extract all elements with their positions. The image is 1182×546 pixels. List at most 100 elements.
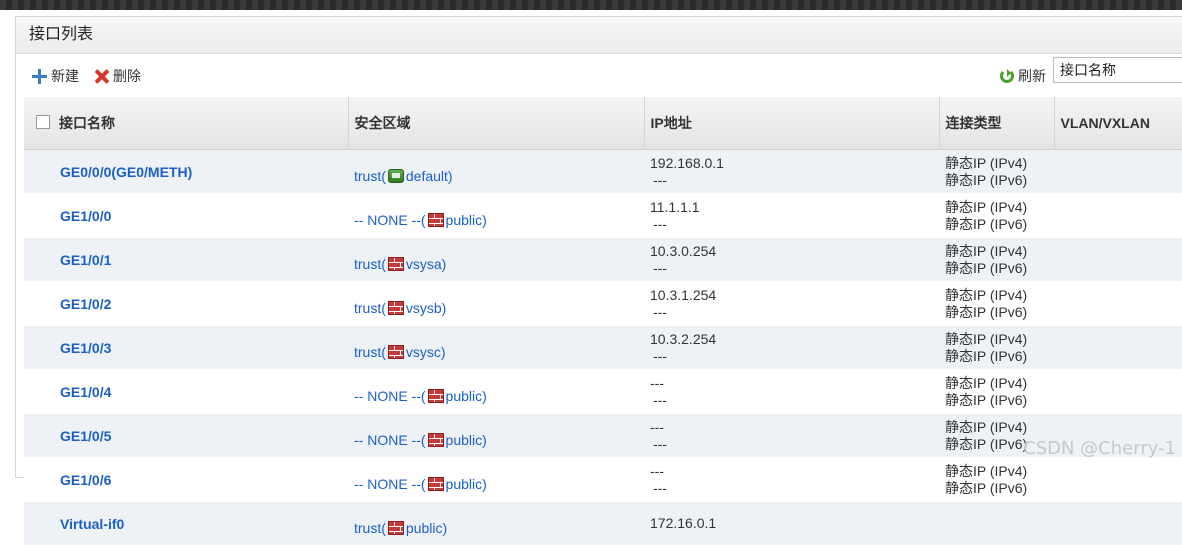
- connection-type-ipv6: 静态IP (IPv6): [945, 259, 1028, 276]
- cell-ip-address: --- ---: [644, 457, 939, 502]
- ipv6-address: ---: [653, 259, 667, 276]
- refresh-button[interactable]: 刷新: [1000, 66, 1046, 86]
- header-connection-type[interactable]: 连接类型: [939, 97, 1055, 150]
- connection-type-ipv6: 静态IP (IPv6): [945, 347, 1028, 364]
- ipv6-address: ---: [653, 479, 667, 496]
- cell-vlan-vxlan: [1054, 281, 1182, 326]
- zone-name[interactable]: public): [446, 476, 487, 492]
- cell-interface-name: GE0/0/0(GE0/METH): [24, 149, 348, 194]
- zone-prefix[interactable]: -- NONE --(: [354, 476, 426, 492]
- connection-type-ipv6: 静态IP (IPv6): [945, 479, 1028, 496]
- ipv6-address: ---: [653, 215, 667, 232]
- zone-prefix[interactable]: -- NONE --(: [354, 388, 426, 404]
- cell-security-zone: -- NONE --( public): [348, 413, 644, 458]
- cell-interface-name: GE1/0/1: [24, 237, 348, 282]
- interface-name-link[interactable]: Virtual-if0: [30, 516, 124, 532]
- interface-table: 接口名称 安全区域 IP地址 连接类型 VLAN/VXLAN GE0/0/0(G…: [24, 97, 1182, 546]
- cell-ip-address: 10.3.1.254 ---: [644, 281, 939, 326]
- delete-icon: [93, 68, 109, 84]
- zone-name[interactable]: default): [406, 168, 453, 184]
- header-security-zone[interactable]: 安全区域: [348, 97, 645, 150]
- header-interface-name[interactable]: 接口名称: [24, 97, 349, 150]
- ipv6-address: ---: [653, 347, 667, 364]
- header-ip-address[interactable]: IP地址: [644, 97, 940, 150]
- table-row[interactable]: GE1/0/5 -- NONE --( public) --- --- 静态IP (IPv…: [24, 413, 1182, 458]
- interface-name-link[interactable]: GE1/0/1: [30, 252, 111, 268]
- cell-connection-type: 静态IP (IPv4) 静态IP (IPv6): [939, 369, 1054, 414]
- zone-prefix[interactable]: -- NONE --(: [354, 432, 426, 448]
- zone-prefix[interactable]: trust(: [354, 256, 386, 272]
- connection-type-ipv4: 静态IP (IPv4): [945, 286, 1028, 303]
- toolbar: 新建 删除 刷新: [16, 54, 1182, 96]
- zone-name[interactable]: vsysb): [406, 300, 446, 316]
- cell-ip-address: --- ---: [644, 413, 939, 458]
- cell-vlan-vxlan: [1054, 325, 1182, 370]
- zone-name[interactable]: public): [446, 388, 487, 404]
- new-button[interactable]: 新建: [31, 66, 79, 86]
- interface-name-link[interactable]: GE1/0/3: [30, 340, 111, 356]
- ipv4-address: ---: [650, 462, 664, 479]
- cell-ip-address: 192.168.0.1 ---: [644, 149, 939, 194]
- zone-prefix[interactable]: trust(: [354, 168, 386, 184]
- interface-name-link[interactable]: GE1/0/2: [30, 296, 111, 312]
- cell-interface-name: GE1/0/6: [24, 457, 348, 502]
- table-row[interactable]: GE0/0/0(GE0/METH) trust( default) 192.168.0…: [24, 149, 1182, 194]
- header-label: 接口名称: [59, 115, 115, 131]
- interface-name-link[interactable]: GE1/0/4: [30, 384, 111, 400]
- zone-prefix[interactable]: -- NONE --(: [354, 212, 426, 228]
- table-header-row: 接口名称 安全区域 IP地址 连接类型 VLAN/VXLAN: [24, 97, 1182, 150]
- header-vlan-vxlan[interactable]: VLAN/VXLAN: [1054, 97, 1182, 150]
- table-row[interactable]: GE1/0/4 -- NONE --(public) --- --- 静态IP (IPv…: [24, 369, 1182, 414]
- connection-type-ipv6: 静态IP (IPv6): [945, 215, 1028, 232]
- ipv4-address: ---: [650, 374, 664, 391]
- ipv4-address: 10.3.2.254: [650, 330, 717, 347]
- interface-name-link[interactable]: GE0/0/0(GE0/METH): [30, 164, 192, 180]
- cell-security-zone: trust( vsysc): [348, 325, 644, 370]
- cell-security-zone: -- NONE --( public): [348, 369, 644, 414]
- zone-name[interactable]: public): [446, 212, 487, 228]
- table-row[interactable]: GE1/0/3 trust( vsysc) 10.3.2.254 --- 静态IP (IP…: [24, 325, 1182, 370]
- watermark: CSDN @Cherry-1: [1023, 438, 1176, 459]
- cell-ip-address: 11.1.1.1 ---: [644, 193, 939, 238]
- cell-vlan-vxlan: [1054, 501, 1182, 546]
- firewall-icon: [427, 388, 444, 403]
- table-row[interactable]: GE1/0/1 trust( vsysa) 10.3.0.254 --- 静态IP (IP…: [24, 237, 1182, 282]
- cell-connection-type: 静态IP (IPv4) 静态IP (IPv6): [939, 237, 1054, 282]
- table-row[interactable]: Virtual-if0 trust(public) 172.16.0.1: [24, 501, 1182, 546]
- cell-connection-type: 静态IP (IPv4) 静态IP (IPv6): [939, 193, 1054, 238]
- select-all-checkbox[interactable]: [36, 115, 50, 129]
- ipv4-address: 10.3.1.254: [650, 286, 717, 303]
- table-row[interactable]: GE1/0/2 trust(vsysb) 10.3.1.254 --- 静态IP (IP…: [24, 281, 1182, 326]
- new-button-label: 新建: [51, 68, 79, 84]
- cell-interface-name: GE1/0/3: [24, 325, 348, 370]
- zone-name[interactable]: vsysa): [406, 256, 446, 272]
- zone-name[interactable]: public): [446, 432, 487, 448]
- interface-name-link[interactable]: GE1/0/0: [30, 208, 111, 224]
- cell-security-zone: trust( vsysa): [348, 237, 644, 282]
- interface-name-link[interactable]: GE1/0/6: [30, 472, 111, 488]
- ipv6-address: ---: [653, 303, 667, 320]
- cell-vlan-vxlan: [1054, 193, 1182, 238]
- search-field[interactable]: [1053, 57, 1182, 83]
- table-row[interactable]: GE1/0/0 -- NONE --(public) 11.1.1.1 --- 静态IP…: [24, 193, 1182, 238]
- zone-prefix[interactable]: trust(: [354, 300, 386, 316]
- connection-type-ipv4: 静态IP (IPv4): [945, 330, 1028, 347]
- cell-interface-name: GE1/0/0: [24, 193, 348, 238]
- cell-security-zone: trust( vsysb): [348, 281, 644, 326]
- zone-prefix[interactable]: trust(: [354, 520, 386, 536]
- firewall-icon: [427, 432, 444, 447]
- connection-type-ipv4: 静态IP (IPv4): [945, 154, 1028, 171]
- cell-connection-type: 静态IP (IPv4) 静态IP (IPv6): [939, 281, 1054, 326]
- table-row[interactable]: GE1/0/6 -- NONE --( public) --- --- 静态IP (IPv…: [24, 457, 1182, 502]
- zone-prefix[interactable]: trust(: [354, 344, 386, 360]
- zone-name[interactable]: public): [406, 520, 447, 536]
- cell-security-zone: trust( default): [348, 149, 644, 194]
- connection-type-ipv4: 静态IP (IPv4): [945, 418, 1028, 435]
- ipv6-address: ---: [653, 435, 667, 452]
- ipv4-address: 10.3.0.254: [650, 242, 717, 259]
- connection-type-ipv4: 静态IP (IPv4): [945, 198, 1028, 215]
- delete-button[interactable]: 删除: [93, 66, 141, 86]
- zone-name[interactable]: vsysc): [406, 344, 446, 360]
- connection-type-ipv6: 静态IP (IPv6): [945, 391, 1028, 408]
- interface-name-link[interactable]: GE1/0/5: [30, 428, 111, 444]
